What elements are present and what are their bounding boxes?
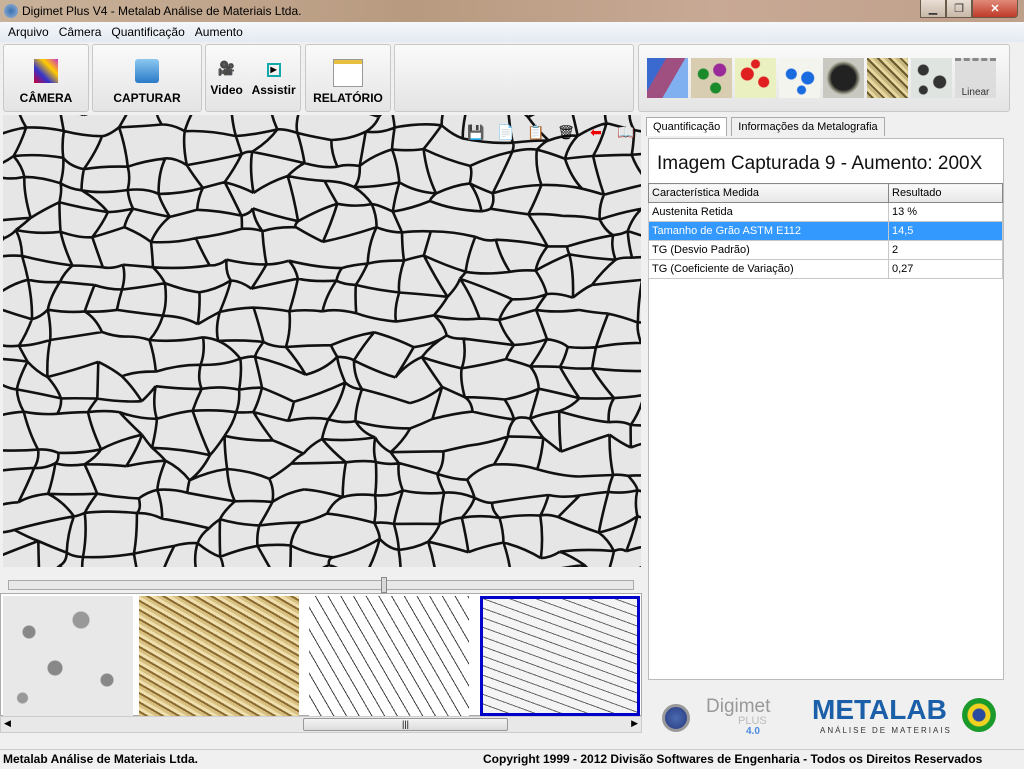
restore-button[interactable]: ❐ — [946, 0, 972, 18]
table-row[interactable]: TG (Desvio Padrão) 2 — [648, 240, 1003, 260]
video-camera-icon: 🎥 — [217, 60, 236, 76]
image-viewer[interactable]: 💾 📄 📋 🗑 ⬅ 📖 — [3, 115, 641, 567]
thumbnail-scrollbar[interactable]: ◀ ||| ▶ — [0, 716, 642, 733]
table-row[interactable]: Tamanho de Grão ASTM E112 14,5 — [648, 221, 1003, 241]
trash-icon[interactable]: 🗑 — [557, 123, 575, 141]
zoom-slider[interactable] — [8, 577, 634, 593]
app-icon — [4, 4, 18, 18]
tab-quantificacao[interactable]: Quantificação — [646, 117, 728, 136]
notepad-icon — [333, 59, 363, 87]
capture-button[interactable]: CAPTURAR — [92, 44, 202, 112]
capture-icon — [135, 59, 159, 83]
module-blue-particles[interactable] — [779, 58, 820, 98]
table-row[interactable]: Austenita Retida 13 % — [648, 202, 1003, 222]
thumbnail-strip — [0, 593, 642, 716]
status-copyright: Copyright 1999 - 2012 Divisão Softwares … — [480, 749, 1024, 768]
camera-icon — [34, 59, 58, 83]
toolbar: CÂMERA CAPTURAR 🎥 Video ▶ Assistir RELATÓR… — [0, 42, 1024, 114]
menu-bar: Arquivo Câmera Quantificação Aumento — [0, 22, 1024, 42]
brazil-flag-icon — [962, 698, 996, 732]
close-button[interactable]: ✕ — [972, 0, 1018, 18]
toolbar-spacer — [394, 44, 634, 112]
status-bar: Metalab Análise de Materiais Ltda. Copyr… — [0, 749, 1024, 768]
menu-aumento[interactable]: Aumento — [190, 25, 248, 39]
camera-button[interactable]: CÂMERA — [3, 44, 89, 112]
microscope-icon — [662, 704, 690, 732]
title-bar: Digimet Plus V4 - Metalab Análise de Mat… — [0, 0, 1024, 22]
thumbnail-3[interactable] — [309, 596, 469, 716]
module-green-particles[interactable] — [691, 58, 732, 98]
back-arrow-icon[interactable]: ⬅ — [587, 123, 605, 141]
micrograph-image — [3, 115, 641, 567]
menu-arquivo[interactable]: Arquivo — [3, 25, 54, 39]
module-graphite[interactable] — [911, 58, 952, 98]
module-linear[interactable]: Linear — [955, 58, 996, 98]
scrollbar-thumb[interactable]: ||| — [303, 718, 508, 731]
column-header[interactable]: Característica Medida — [648, 183, 889, 203]
copy-icon[interactable]: 📄 — [497, 123, 515, 141]
table-cell: 14,5 — [888, 221, 1003, 241]
scroll-left-icon[interactable]: ◀ — [4, 718, 11, 729]
table-row[interactable]: TG (Coeficiente de Variação) 0,27 — [648, 259, 1003, 279]
status-company: Metalab Análise de Materiais Ltda. — [0, 749, 480, 768]
video-button[interactable]: 🎥 Video — [210, 60, 242, 97]
paste-icon[interactable]: 📋 — [527, 123, 545, 141]
digimet-logo: Digimet PLUS 4.0 — [660, 696, 780, 737]
table-cell: 0,27 — [888, 259, 1003, 279]
thumbnail-2[interactable] — [139, 596, 299, 716]
menu-camera[interactable]: Câmera — [54, 25, 107, 39]
module-red-particles[interactable] — [735, 58, 776, 98]
report-button[interactable]: RELATÓRIO — [305, 44, 391, 112]
table-cell: TG (Desvio Padrão) — [648, 240, 889, 260]
logos: Digimet PLUS 4.0 METALAB ANÁLISE DE MATE… — [644, 690, 1024, 740]
slider-thumb[interactable] — [381, 577, 387, 593]
play-icon: ▶ — [266, 63, 281, 77]
grain-boundaries — [3, 115, 641, 567]
image-heading: Imagem Capturada 9 - Aumento: 200X — [657, 153, 983, 174]
analysis-modules: Linear — [638, 44, 1010, 112]
minimize-button[interactable]: ▁ — [920, 0, 946, 18]
module-nodule[interactable] — [823, 58, 864, 98]
scroll-right-icon[interactable]: ▶ — [631, 718, 638, 729]
column-header[interactable]: Resultado — [888, 183, 1003, 203]
thumbnail-1[interactable] — [3, 596, 133, 716]
table-cell: 2 — [888, 240, 1003, 260]
results-panel: Quantificação Informações da Metalografi… — [644, 115, 1024, 735]
save-icon[interactable]: 💾 — [467, 123, 485, 141]
window-title: Digimet Plus V4 - Metalab Análise de Mat… — [22, 4, 302, 18]
metalab-logo: METALAB ANÁLISE DE MATERIAIS — [812, 694, 952, 735]
thumbnail-4-selected[interactable] — [480, 596, 640, 716]
table-cell: Tamanho de Grão ASTM E112 — [648, 221, 889, 241]
watch-button[interactable]: ▶ Assistir — [252, 63, 296, 97]
table-cell: 13 % — [888, 202, 1003, 222]
video-group: 🎥 Video ▶ Assistir — [205, 44, 301, 112]
tab-informacoes[interactable]: Informações da Metalografia — [731, 117, 885, 136]
menu-quantificacao[interactable]: Quantificação — [106, 25, 189, 39]
table-cell: Austenita Retida — [648, 202, 889, 222]
module-phases[interactable] — [647, 58, 688, 98]
table-cell: TG (Coeficiente de Variação) — [648, 259, 889, 279]
results-table: Característica Medida Resultado Austenita… — [648, 183, 1003, 279]
module-texture[interactable] — [867, 58, 908, 98]
book-icon[interactable]: 📖 — [617, 123, 635, 141]
